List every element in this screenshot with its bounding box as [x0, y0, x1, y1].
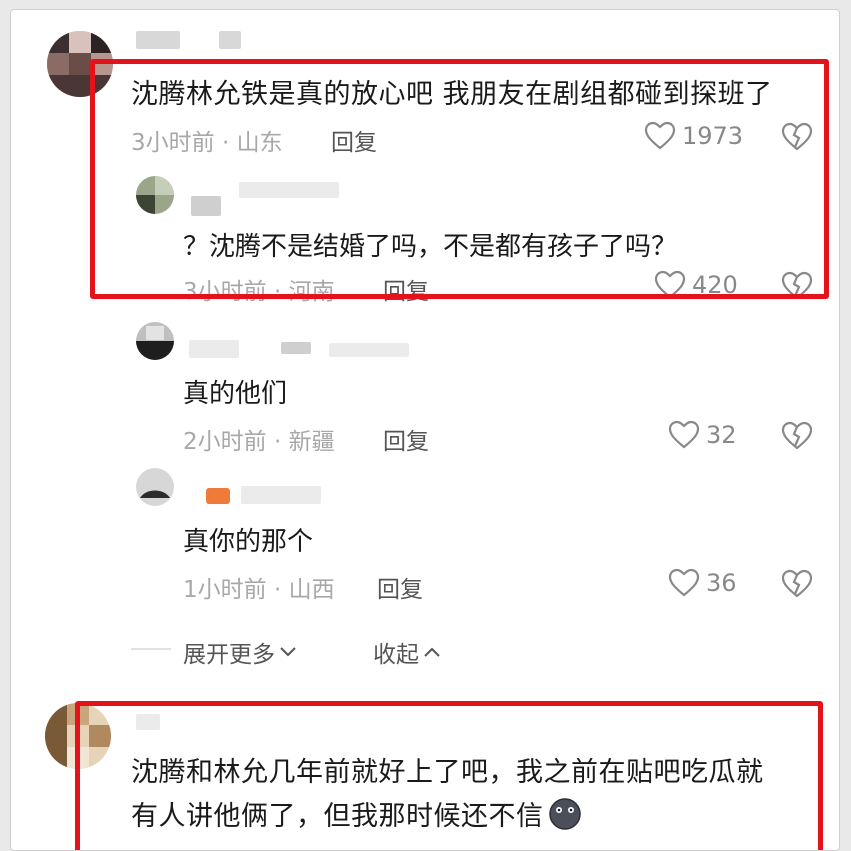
chevron-up-icon — [423, 645, 441, 659]
dislike-icon[interactable] — [781, 569, 813, 599]
username-badge — [206, 488, 230, 504]
thread-divider — [131, 648, 171, 650]
highlight-box — [75, 701, 823, 850]
collapse-label: 收起 — [373, 642, 419, 668]
username-blurred — [281, 342, 311, 354]
like-button[interactable]: 32 — [668, 420, 737, 450]
chevron-down-icon — [279, 645, 297, 659]
username-blurred — [329, 343, 409, 357]
username-blurred[interactable] — [136, 31, 180, 49]
collapse-button[interactable]: 收起 — [373, 635, 441, 669]
expand-more-label: 展开更多 — [183, 642, 275, 668]
reply-text: 真的他们 — [183, 379, 288, 409]
heart-icon — [668, 420, 700, 450]
reply-button[interactable]: 回复 — [377, 570, 423, 604]
reply-text: 真你的那个 — [183, 527, 314, 557]
like-count: 36 — [706, 569, 737, 597]
username-blurred[interactable] — [241, 486, 321, 504]
like-button[interactable]: 36 — [668, 568, 737, 598]
avatar[interactable] — [136, 322, 174, 360]
heart-icon — [668, 568, 700, 598]
highlight-box — [90, 59, 829, 299]
reply-time-location: 2小时前 · 新疆 — [183, 429, 335, 455]
dislike-icon[interactable] — [781, 421, 813, 451]
reply-time-location: 1小时前 · 山西 — [183, 577, 335, 603]
reply-button[interactable]: 回复 — [383, 422, 429, 456]
comment-panel: 沈腾林允铁是真的放心吧 我朋友在剧组都碰到探班了 3小时前 · 山东 回复 19… — [10, 9, 840, 851]
username-blurred[interactable] — [189, 340, 239, 358]
avatar[interactable] — [136, 468, 174, 506]
expand-more-button[interactable]: 展开更多 — [183, 635, 297, 669]
like-count: 32 — [706, 421, 737, 449]
username-blurred — [219, 31, 241, 49]
